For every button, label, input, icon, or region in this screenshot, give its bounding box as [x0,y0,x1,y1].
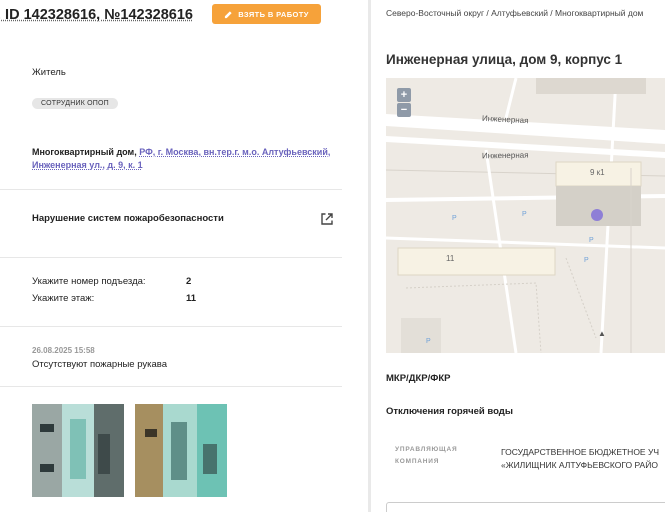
ticket-title: . ID 142328616, №142328616 [0,7,193,23]
photo-thumbnail[interactable] [135,404,227,497]
ticket-panel: . ID 142328616, №142328616 ВЗЯТЬ В РАБОТ… [0,0,342,512]
location-marker [591,209,603,221]
comment-text: Отсутствуют пожарные рукава [32,359,168,370]
map-building-label: 9 к1 [590,168,605,177]
map-street-label: Инженерная [481,150,529,161]
object-panel: Северо-Восточный округ / Алтуфьевский / … [372,0,665,512]
address-prefix: Многоквартирный дом, [32,147,140,157]
management-label: УПРАВЛЯЮЩАЯ КОМПАНИЯ [395,444,457,468]
map-widget[interactable]: Инженерная Инженерная 9 к1 11 P P P P P … [386,78,665,353]
parking-icon: P [426,338,431,345]
management-label-line: УПРАВЛЯЮЩАЯ [395,446,458,453]
issue-category: Нарушение систем пожаробезопасности [32,213,224,224]
divider [0,386,342,387]
management-company-line: «ЖИЛИЩНИК АЛТУФЬЕВСКОГО РАЙО [501,460,658,470]
panel-splitter[interactable] [368,0,371,512]
comment-date: 26.08.2025 15:58 [32,346,95,355]
status-badge: СОТРУДНИК ОПОП [32,98,118,109]
entrance-value: 2 [186,276,192,287]
parking-icon: P [452,215,457,222]
divider [0,326,342,327]
floor-value: 11 [186,293,197,304]
divider [0,189,342,190]
management-label-line: КОМПАНИЯ [395,458,440,465]
zoom-in-button[interactable]: + [397,88,411,102]
floor-label: Укажите этаж: [32,293,95,304]
breadcrumb: Северо-Восточный округ / Алтуфьевский / … [386,8,644,18]
entrance-label: Укажите номер подъезда: [32,276,146,287]
management-company-line: ГОСУДАРСТВЕННОЕ БЮДЖЕТНОЕ УЧ [501,447,660,457]
panel-input[interactable] [386,502,665,512]
parking-icon: P [522,211,527,218]
program-label: МКР/ДКР/ФКР [386,373,451,384]
divider [0,257,342,258]
zoom-controls: + − [397,88,411,117]
pencil-icon [225,10,232,18]
map-building-label: 11 [446,254,455,263]
external-link-icon[interactable] [320,212,334,226]
object-address: Многоквартирный дом, РФ, г. Москва, вн.т… [32,146,337,172]
author-role: Житель [32,67,66,78]
object-title: Инженерная улица, дом 9, корпус 1 [386,52,623,67]
map-poi-icon: ▲ [598,329,606,338]
photo-thumbnail[interactable] [32,404,124,497]
parking-icon: P [589,237,594,244]
parking-icon: P [584,257,589,264]
take-in-work-button[interactable]: ВЗЯТЬ В РАБОТУ [212,4,321,24]
zoom-out-button[interactable]: − [397,103,411,117]
take-in-work-label: ВЗЯТЬ В РАБОТУ [238,9,309,19]
management-company: ГОСУДАРСТВЕННОЕ БЮДЖЕТНОЕ УЧ «ЖИЛИЩНИК А… [501,446,659,472]
hot-water-label: Отключения горячей воды [386,406,513,417]
